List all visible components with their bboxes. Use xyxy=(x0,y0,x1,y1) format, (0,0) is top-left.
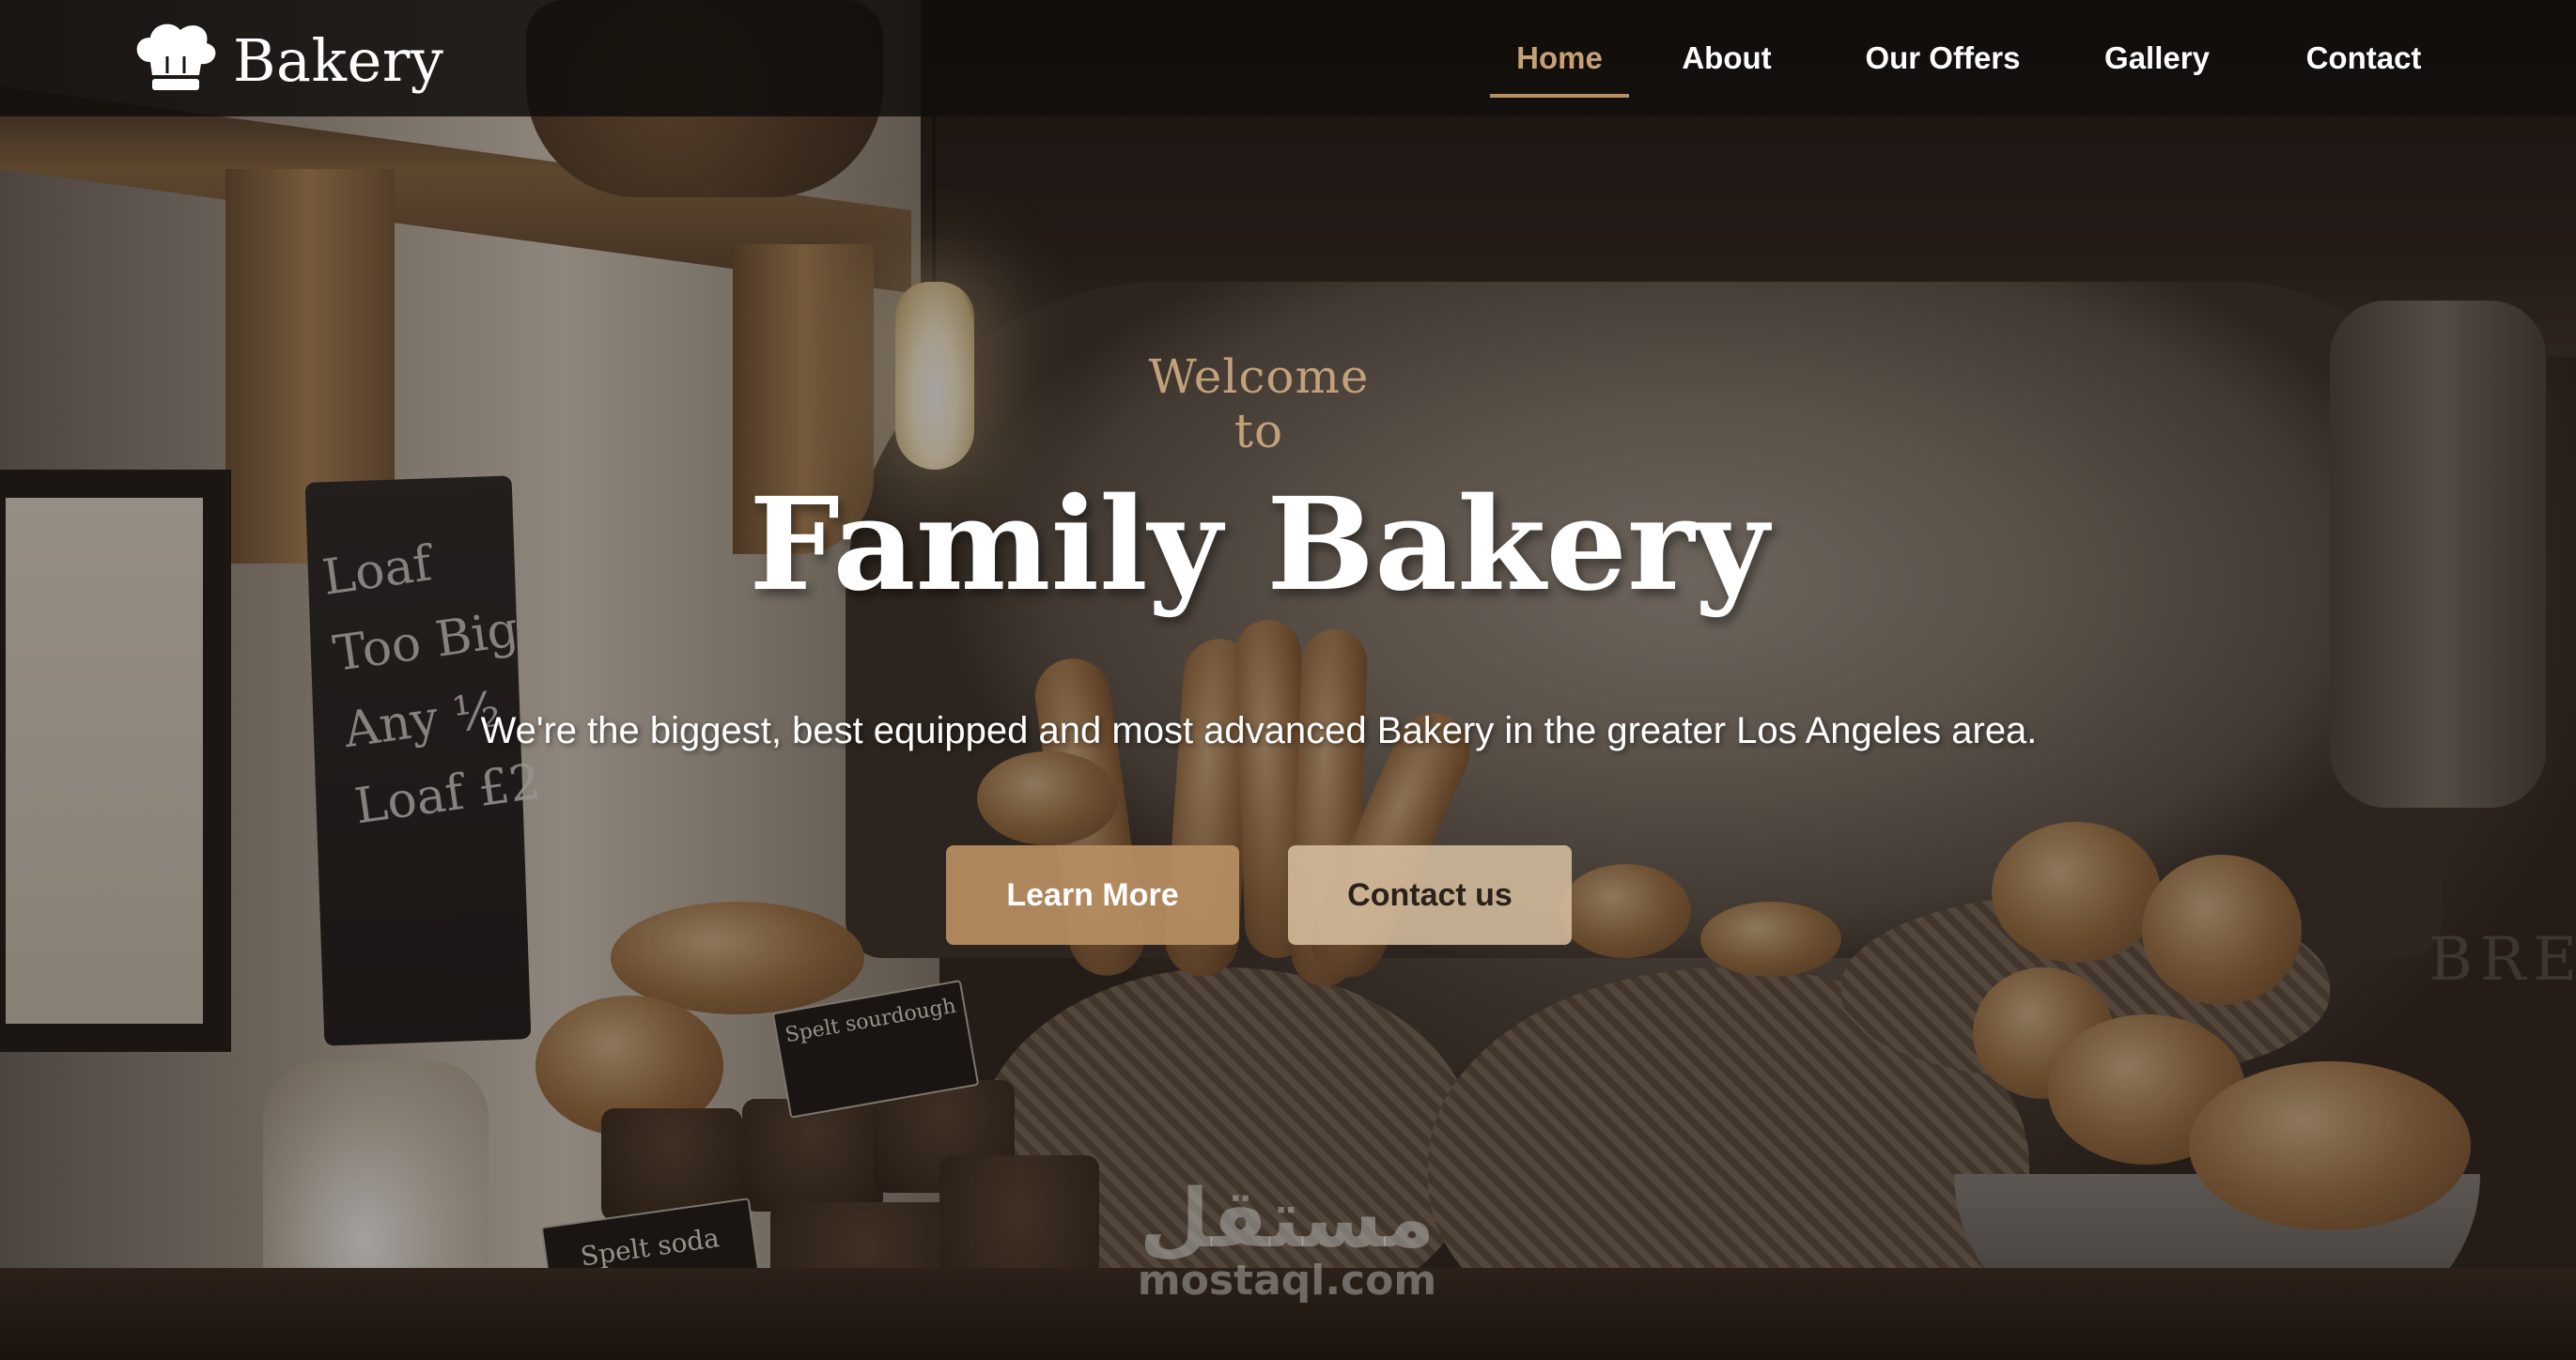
chef-hat-icon xyxy=(130,21,220,100)
learn-more-button[interactable]: Learn More xyxy=(946,845,1239,945)
brand-logo[interactable]: Bakery xyxy=(130,21,443,100)
hero-tagline: We're the biggest, best equipped and mos… xyxy=(480,710,2038,751)
nav-contact[interactable]: Contact xyxy=(2289,28,2439,94)
hero-title: Family Bakery xyxy=(749,470,1769,620)
watermark-arabic: مستقل xyxy=(1139,1172,1435,1266)
hero-section: Welcome to Family Bakery We're the bigge… xyxy=(0,0,2576,1360)
nav-about[interactable]: About xyxy=(1670,28,1783,94)
hero-welcome: Welcome to xyxy=(1148,349,1370,458)
navbar: Bakery Home About Our Offers Gallery Con… xyxy=(0,0,2576,116)
watermark-latin: mostaql.com xyxy=(1137,1257,1437,1305)
brand-name: Bakery xyxy=(233,26,444,95)
nav-gallery[interactable]: Gallery xyxy=(2091,28,2223,94)
contact-us-button[interactable]: Contact us xyxy=(1288,845,1572,945)
nav-our-offers[interactable]: Our Offers xyxy=(1849,28,2037,94)
nav-home[interactable]: Home xyxy=(1490,28,1629,98)
mostaql-watermark: مستقل mostaql.com xyxy=(1127,1179,1447,1303)
